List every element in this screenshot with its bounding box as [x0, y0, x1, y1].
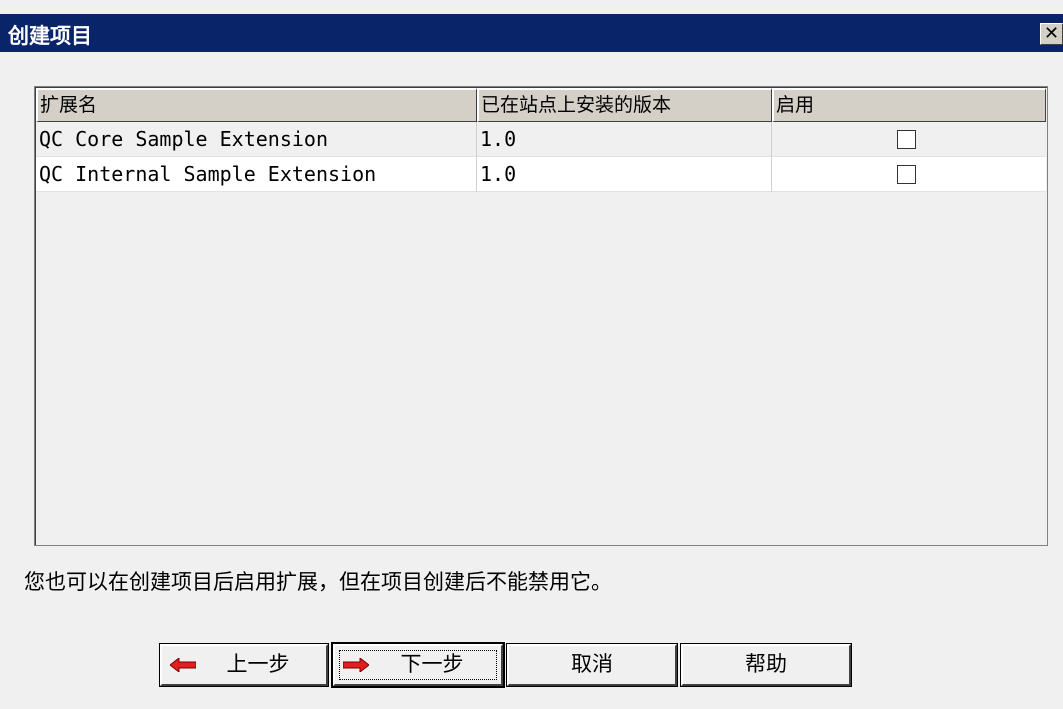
enable-cell: [772, 122, 1046, 157]
column-header-extension-name[interactable]: 扩展名: [36, 88, 477, 122]
extensions-table: 扩展名 已在站点上安装的版本 启用 QC Core Sample Extensi…: [34, 86, 1048, 546]
enable-cell: [772, 157, 1046, 192]
version-cell: 1.0: [477, 122, 772, 157]
dialog-title: 创建项目: [8, 24, 92, 48]
close-icon: ✕: [1043, 23, 1060, 44]
next-button[interactable]: 下一步: [331, 642, 505, 688]
cancel-button[interactable]: 取消: [506, 643, 678, 687]
enable-checkbox[interactable]: [897, 165, 916, 184]
table-row[interactable]: QC Core Sample Extension 1.0: [36, 122, 1046, 157]
extension-name-cell: QC Core Sample Extension: [36, 122, 477, 157]
title-bar[interactable]: 创建项目 ✕: [0, 14, 1063, 52]
next-button-label: 下一步: [400, 652, 464, 676]
cancel-button-label: 取消: [571, 652, 613, 676]
table-header: 扩展名 已在站点上安装的版本 启用: [36, 88, 1046, 122]
back-button[interactable]: 上一步: [159, 643, 329, 687]
arrow-right-icon: [343, 658, 369, 672]
info-note: 您也可以在创建项目后启用扩展，但在项目创建后不能禁用它。: [24, 570, 612, 594]
version-cell: 1.0: [477, 157, 772, 192]
create-project-dialog: 创建项目 ✕ 扩展名 已在站点上安装的版本 启用 QC Core Sample …: [0, 0, 1063, 709]
close-button[interactable]: ✕: [1040, 23, 1063, 45]
column-header-enable[interactable]: 启用: [772, 88, 1046, 122]
back-button-label: 上一步: [226, 652, 290, 676]
column-header-installed-version[interactable]: 已在站点上安装的版本: [477, 88, 772, 122]
enable-checkbox[interactable]: [897, 130, 916, 149]
extension-name-cell: QC Internal Sample Extension: [36, 157, 477, 192]
arrow-left-icon: [170, 658, 196, 672]
table-row[interactable]: QC Internal Sample Extension 1.0: [36, 157, 1046, 192]
help-button-label: 帮助: [745, 652, 787, 676]
help-button[interactable]: 帮助: [680, 643, 852, 687]
